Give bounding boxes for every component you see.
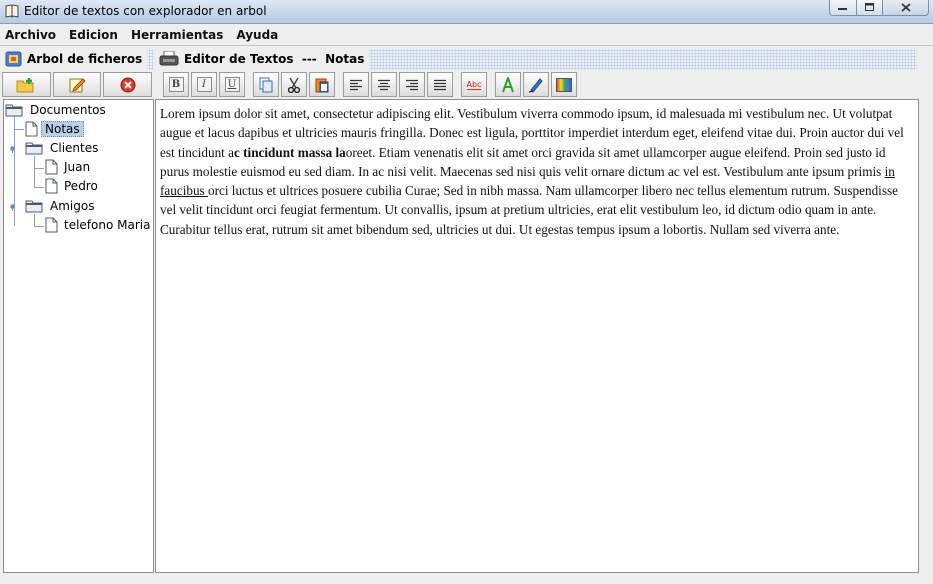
minimize-button[interactable] [829,0,857,16]
menu-ayuda[interactable]: Ayuda [235,28,279,42]
tree-label: Clientes [50,141,99,155]
tree-line [34,168,44,169]
text-editor[interactable]: Lorem ipsum dolor sit amet, consectetur … [155,99,919,573]
menu-edicion[interactable]: Edicion [68,28,119,42]
close-icon [900,3,911,12]
menu-bar: Archivo Edicion Herramientas Ayuda [0,25,933,46]
pen-color-button[interactable] [523,72,549,97]
scissors-icon [287,77,301,93]
tree-label: telefono Maria [64,218,151,232]
tree-node-amigos[interactable]: Amigos [25,197,97,215]
edit-note-button[interactable] [52,72,102,97]
file-tree: Documentos Notas Clientes Juan Pedro Ami… [3,99,154,573]
tree-label: Documentos [30,103,106,117]
document-icon [45,178,58,194]
align-left-button[interactable] [343,72,369,97]
font-icon [502,76,514,92]
folder-open-icon [25,200,43,213]
pen-icon [528,77,543,93]
tree-line [34,187,44,188]
tree-node-notas[interactable]: Notas [25,120,84,138]
folder-open-icon [5,104,23,117]
format-toolbar: B I U Abc [157,71,919,98]
document-icon [45,217,58,233]
tree-node-clientes[interactable]: Clientes [25,139,101,157]
editor-title: Editor de Textos --- Notas [181,49,370,70]
italic-icon: I [196,77,212,92]
file-tree-title: Arbol de ficheros [24,49,148,70]
align-center-button[interactable] [371,72,397,97]
align-right-button[interactable] [399,72,425,97]
new-folder-icon [16,77,34,92]
tree-label: Amigos [50,199,95,213]
menu-archivo[interactable]: Archivo [4,28,57,42]
align-left-icon [350,79,362,90]
tree-label: Pedro [64,179,98,193]
document-text-bold: c tincidunt massa la [233,144,346,160]
bold-button[interactable]: B [163,72,189,97]
copy-icon [259,77,273,92]
spell-check-button[interactable]: Abc [461,72,487,97]
document-icon [45,159,58,175]
tree-expand-toggle[interactable] [8,202,17,211]
paste-icon [315,78,329,92]
font-button[interactable] [495,72,521,97]
align-center-icon [378,79,390,90]
bottom-border [0,574,933,584]
title-bar: Editor de textos con explorador en arbol [0,0,933,24]
tree-app-icon [4,49,24,70]
editor-header: Editor de Textos --- Notas [157,49,917,70]
underline-button[interactable]: U [219,72,245,97]
tree-line [14,129,24,130]
align-justify-icon [434,79,446,90]
close-window-button[interactable] [882,0,929,16]
maximize-icon [864,3,874,11]
document-text: orci luctus et ultrices posuere cubilia … [160,183,898,237]
bold-icon: B [168,77,184,92]
minimize-icon [838,7,847,10]
tree-line [34,214,35,226]
tree-node-documentos[interactable]: Documentos [5,101,109,119]
color-palette-icon [556,77,572,92]
maximize-button[interactable] [856,0,883,16]
color-palette-button[interactable] [551,72,577,97]
delete-button[interactable] [103,72,153,97]
spell-check-icon: Abc [466,79,482,90]
tree-node-pedro[interactable]: Pedro [45,177,101,195]
tree-label: Juan [64,160,91,174]
tree-line [34,226,44,227]
menu-herramientas[interactable]: Herramientas [130,28,224,42]
typewriter-icon [157,49,181,70]
tree-label: Notas [41,121,84,137]
edit-note-icon [69,77,86,92]
tree-node-juan[interactable]: Juan [45,158,93,176]
copy-button[interactable] [253,72,279,97]
italic-button[interactable]: I [191,72,217,97]
tree-line [34,156,35,188]
new-folder-button[interactable] [2,72,51,97]
book-icon [5,4,19,18]
window-title: Editor de textos con explorador en arbol [24,4,267,18]
file-tree-header: Arbol de ficheros [4,49,153,70]
document-icon [25,121,38,137]
underline-icon: U [224,77,240,92]
folder-open-icon [25,142,43,155]
tree-toolbar [2,71,154,98]
delete-icon [120,77,136,92]
tree-node-telefono-maria[interactable]: telefono Maria [45,216,153,234]
align-right-icon [406,79,418,90]
align-justify-button[interactable] [427,72,453,97]
cut-button[interactable] [281,72,307,97]
paste-button[interactable] [309,72,335,97]
tree-expand-toggle[interactable] [8,144,17,153]
